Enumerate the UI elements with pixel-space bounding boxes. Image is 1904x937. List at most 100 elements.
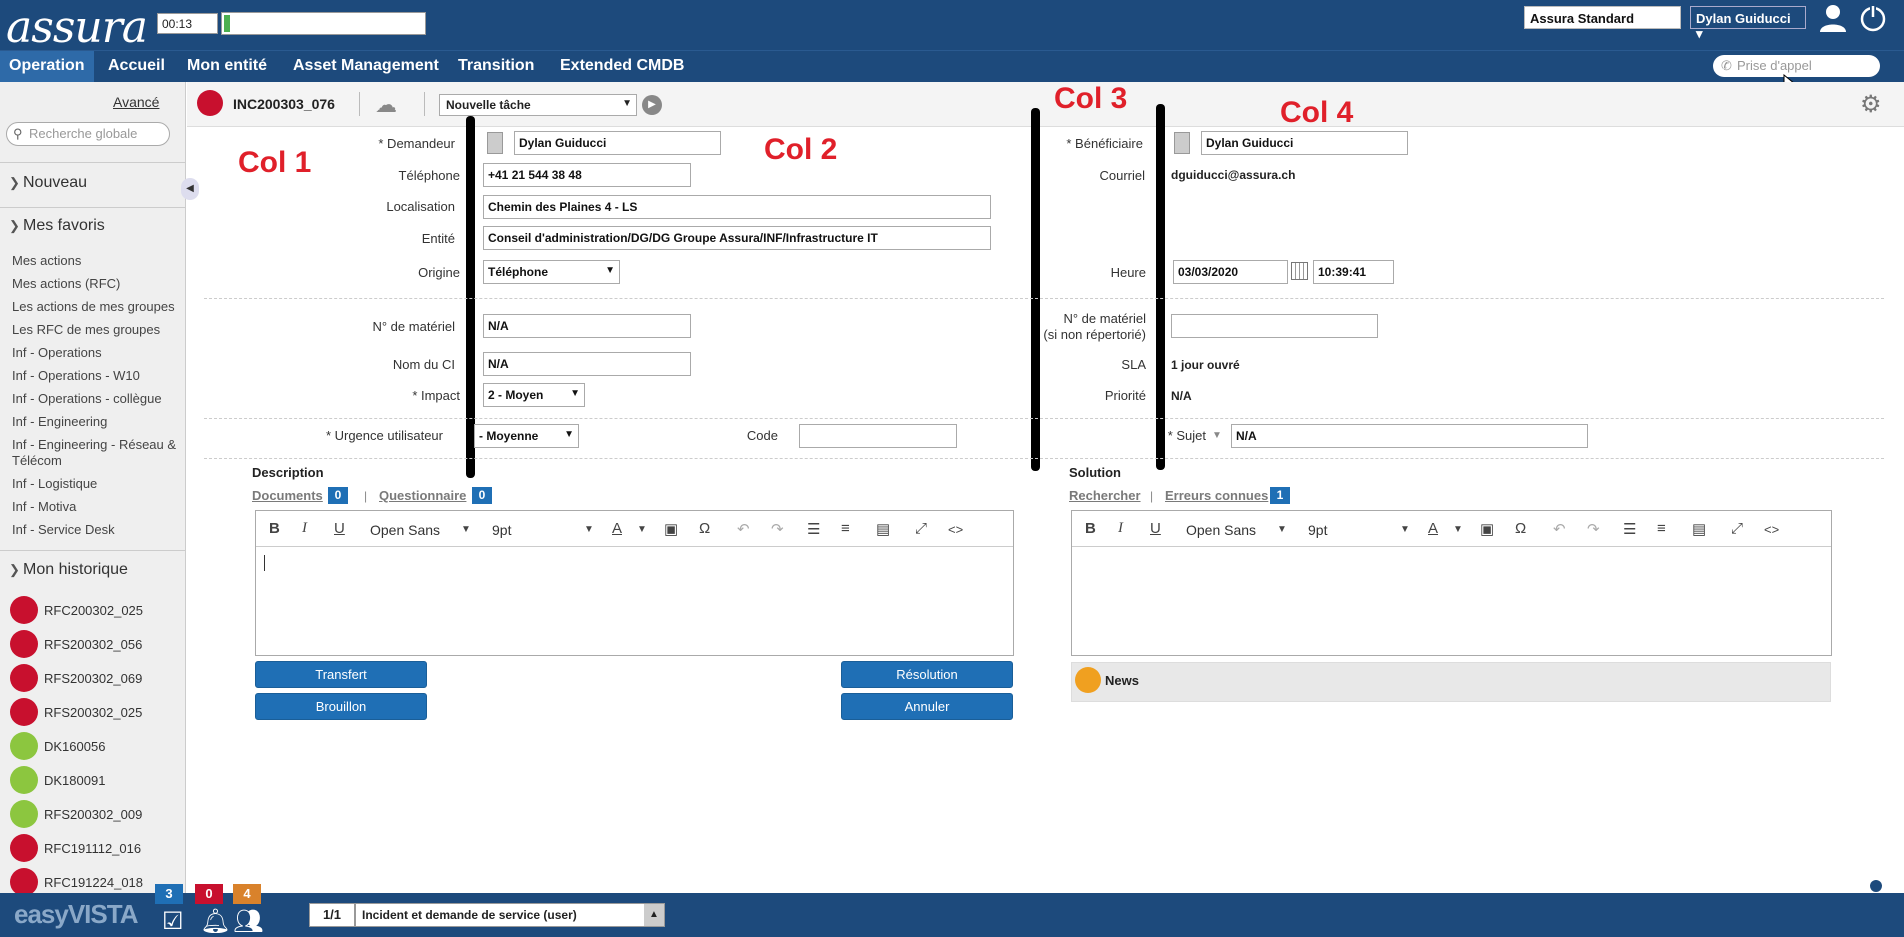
- favorite-item[interactable]: Les actions de mes groupes: [12, 299, 175, 315]
- impact-select[interactable]: 2 - Moyen ▼: [483, 383, 585, 407]
- code-field[interactable]: [799, 424, 957, 448]
- urgence-select[interactable]: - Moyenne ▼: [474, 424, 579, 448]
- power-icon[interactable]: [1857, 2, 1889, 34]
- redo-icon[interactable]: ↷: [771, 520, 784, 538]
- favorite-item[interactable]: Inf - Engineering: [12, 414, 107, 430]
- italic-icon[interactable]: I: [302, 520, 307, 537]
- questionnaire-link[interactable]: Questionnaire: [379, 488, 466, 503]
- font-size-select[interactable]: 9pt: [1308, 522, 1327, 538]
- play-icon[interactable]: ▶: [642, 95, 662, 115]
- favorite-item[interactable]: Inf - Service Desk: [12, 522, 115, 538]
- entite-field[interactable]: Conseil d'administration/DG/DG Groupe As…: [483, 226, 991, 250]
- documents-link[interactable]: Documents: [252, 488, 323, 503]
- user-profile-icon[interactable]: [1817, 2, 1849, 34]
- origine-select[interactable]: Téléphone ▼: [483, 260, 620, 284]
- chevron-down-icon: ▾: [1696, 26, 1703, 41]
- bullet-list-icon[interactable]: ☰: [807, 520, 820, 538]
- font-family-select[interactable]: Open Sans: [1186, 522, 1256, 538]
- favorite-item[interactable]: Les RFC de mes groupes: [12, 322, 160, 338]
- advanced-search-link[interactable]: Avancé: [113, 94, 159, 110]
- font-family-select[interactable]: Open Sans: [370, 522, 440, 538]
- solution-editor[interactable]: B I U Open Sans ▼ 9pt ▼ A ▼ ▣ Ω ↶ ↷ ☰ ≡ …: [1071, 510, 1832, 656]
- group-users-icon[interactable]: 👥︎: [233, 907, 263, 936]
- special-char-icon[interactable]: Ω: [699, 520, 710, 537]
- favorite-item-cont[interactable]: Télécom: [12, 453, 62, 469]
- bold-icon[interactable]: B: [1085, 520, 1096, 537]
- paste-icon[interactable]: ▤: [876, 520, 890, 538]
- nomci-field[interactable]: N/A: [483, 352, 691, 376]
- underline-icon[interactable]: U: [334, 520, 345, 537]
- favorite-item[interactable]: Mes actions (RFC): [12, 276, 120, 292]
- current-tab-select[interactable]: Incident et demande de service (user) ▲: [355, 903, 665, 927]
- description-editor[interactable]: B I U Open Sans ▼ 9pt ▼ A ▼ ▣ Ω ↶ ↷ ☰ ≡ …: [255, 510, 1014, 656]
- favorite-item[interactable]: Inf - Logistique: [12, 476, 97, 492]
- nav-asset-management[interactable]: Asset Management: [284, 51, 448, 83]
- bold-icon[interactable]: B: [269, 520, 280, 537]
- cancel-button[interactable]: Annuler: [841, 693, 1013, 720]
- paste-icon[interactable]: ▤: [1692, 520, 1706, 538]
- sujet-field[interactable]: N/A: [1231, 424, 1588, 448]
- favorite-item[interactable]: Inf - Operations - collègue: [12, 391, 162, 407]
- undo-icon[interactable]: ↶: [1553, 520, 1566, 538]
- telephone-field[interactable]: +41 21 544 38 48: [483, 163, 691, 187]
- nav-accueil[interactable]: Accueil: [99, 51, 174, 83]
- source-code-icon[interactable]: <>: [948, 522, 963, 537]
- fullscreen-icon[interactable]: ⤢: [1731, 520, 1743, 537]
- text-color-icon[interactable]: A: [1428, 520, 1438, 537]
- resolution-button[interactable]: Résolution: [841, 661, 1013, 688]
- favorite-item[interactable]: Inf - Operations - W10: [12, 368, 140, 384]
- known-errors-link[interactable]: Erreurs connues: [1165, 488, 1268, 503]
- global-search-input[interactable]: ⚲ Recherche globale: [6, 122, 170, 146]
- numbered-list-icon[interactable]: ≡: [1657, 520, 1666, 537]
- undo-icon[interactable]: ↶: [737, 520, 750, 538]
- image-icon[interactable]: ▣: [664, 520, 678, 538]
- localisation-field[interactable]: Chemin des Plaines 4 - LS: [483, 195, 991, 219]
- demandeur-field[interactable]: Dylan Guiducci: [514, 131, 721, 155]
- source-code-icon[interactable]: <>: [1764, 522, 1779, 537]
- fullscreen-icon[interactable]: ⤢: [915, 520, 927, 537]
- transfer-button[interactable]: Transfert: [255, 661, 427, 688]
- bullet-list-icon[interactable]: ☰: [1623, 520, 1636, 538]
- materiel2-field[interactable]: [1171, 314, 1378, 338]
- nav-mon-entite[interactable]: Mon entité: [178, 51, 276, 83]
- underline-icon[interactable]: U: [1150, 520, 1161, 537]
- redo-icon[interactable]: ↷: [1587, 520, 1600, 538]
- user-select[interactable]: Dylan Guiducci ▾: [1690, 6, 1806, 41]
- checklist-icon[interactable]: ☑: [162, 907, 184, 936]
- sidebar-new[interactable]: ❯ Nouveau: [0, 174, 186, 192]
- favorite-item[interactable]: Mes actions: [12, 253, 81, 269]
- collapse-sidebar-icon[interactable]: ◀: [181, 178, 199, 200]
- sidebar-favorites[interactable]: ❯ Mes favoris: [0, 217, 186, 235]
- font-size-select[interactable]: 9pt: [492, 522, 511, 538]
- italic-icon[interactable]: I: [1118, 520, 1123, 537]
- materiel-field[interactable]: N/A: [483, 314, 691, 338]
- text-color-icon[interactable]: A: [612, 520, 622, 537]
- new-task-select[interactable]: Nouvelle tâche ▼: [439, 94, 637, 116]
- image-icon[interactable]: ▣: [1480, 520, 1494, 538]
- bell-icon[interactable]: 🔔︎: [200, 907, 230, 936]
- draft-button[interactable]: Brouillon: [255, 693, 427, 720]
- search-link[interactable]: Rechercher: [1069, 488, 1141, 503]
- cloud-upload-icon[interactable]: ☁: [375, 92, 397, 118]
- profile-field[interactable]: Assura Standard: [1524, 6, 1681, 29]
- nav-operation[interactable]: Operation: [0, 51, 94, 83]
- courriel-value[interactable]: dguiducci@assura.ch: [1171, 168, 1295, 182]
- numbered-list-icon[interactable]: ≡: [841, 520, 850, 537]
- calendar-icon[interactable]: [1291, 262, 1308, 280]
- special-char-icon[interactable]: Ω: [1515, 520, 1526, 537]
- date-field[interactable]: 03/03/2020: [1173, 260, 1288, 284]
- current-tab-label: Incident et demande de service (user): [362, 908, 577, 922]
- assura-logo[interactable]: assura: [6, 2, 148, 53]
- chevron-down-icon[interactable]: ▼: [1212, 430, 1222, 441]
- favorite-item[interactable]: Inf - Engineering - Réseau &: [12, 437, 176, 453]
- sidebar-history[interactable]: ❯ Mon historique: [0, 561, 186, 579]
- news-panel[interactable]: News: [1071, 662, 1831, 702]
- nav-transition[interactable]: Transition: [449, 51, 543, 83]
- nav-extended-cmdb[interactable]: Extended CMDB: [551, 51, 693, 83]
- favorite-item[interactable]: Inf - Operations: [12, 345, 102, 361]
- scroll-indicator-icon[interactable]: [1870, 880, 1882, 892]
- beneficiaire-field[interactable]: Dylan Guiducci: [1201, 131, 1408, 155]
- gear-icon[interactable]: ⚙: [1860, 90, 1882, 119]
- time-field[interactable]: 10:39:41: [1313, 260, 1394, 284]
- favorite-item[interactable]: Inf - Motiva: [12, 499, 76, 515]
